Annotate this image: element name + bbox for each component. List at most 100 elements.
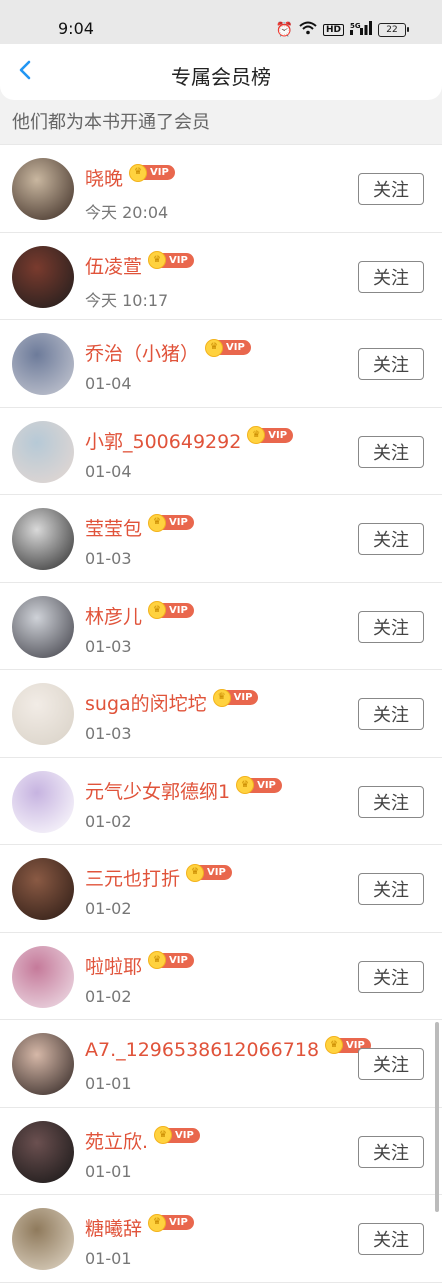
member-date: 01-03 [85,549,132,568]
vip-label: VIP [169,1217,188,1228]
member-date: 今天 20:04 [85,203,169,222]
member-name[interactable]: A7._1296538612066718 [85,1039,319,1061]
member-row[interactable]: 乔治（小猪） ♛ VIP 01-04 关注 [0,320,442,408]
member-name-line: 伍凌萱 ♛ VIP [85,251,194,279]
member-name-line: 晓晚 ♛ VIP [85,163,175,191]
member-name[interactable]: 苑立欣. [85,1127,148,1154]
member-date: 01-04 [85,374,132,393]
member-date: 01-02 [85,986,132,1006]
crown-icon: ♛ [148,513,167,532]
member-name-line: 啦啦耶 ♛ VIP [85,951,194,979]
crown-icon: ♛ [148,1213,167,1232]
crown-icon: ♛ [325,1036,344,1054]
avatar[interactable] [12,1208,74,1270]
page-title: 专属会员榜 [171,65,271,89]
follow-button[interactable]: 关注 [358,1048,424,1080]
vip-badge: ♛ VIP [148,1213,194,1232]
battery-icon: 22 [378,22,409,37]
member-date: 01-01 [85,1161,132,1181]
member-name[interactable]: 小郭_500649292 [85,427,241,454]
member-row[interactable]: 三元也打折 ♛ VIP 01-02 关注 [0,845,442,933]
vip-badge: ♛ VIP [148,601,194,619]
follow-button[interactable]: 关注 [358,785,424,818]
vip-label: VIP [150,167,169,178]
avatar[interactable] [12,770,74,833]
avatar[interactable] [12,858,74,920]
avatar[interactable] [12,508,74,570]
alarm-icon: ⏰ [275,21,293,38]
crown-icon: ♛ [205,338,224,357]
vip-badge: ♛ VIP [212,688,259,707]
follow-button[interactable]: 关注 [358,523,424,555]
avatar[interactable] [12,1033,74,1095]
follow-button[interactable]: 关注 [358,435,424,468]
vip-badge: ♛ VIP [186,863,232,882]
follow-button[interactable]: 关注 [358,1223,424,1255]
follow-button[interactable]: 关注 [358,960,424,993]
follow-button[interactable]: 关注 [358,873,424,905]
member-name-line: 乔治（小猪） ♛ VIP [85,338,251,366]
member-date: 01-03 [85,636,132,656]
member-name-line: 小郭_500649292 ♛ VIP [85,426,294,454]
crown-icon: ♛ [148,251,167,269]
member-date: 01-04 [85,461,132,481]
follow-button[interactable]: 关注 [358,173,424,205]
member-name[interactable]: 晓晚 [85,164,123,191]
member-row[interactable]: 啦啦耶 ♛ VIP 01-02 关注 [0,932,442,1020]
member-date: 01-03 [85,724,132,743]
crown-icon: ♛ [212,688,231,707]
member-date: 01-02 [85,811,132,831]
member-name[interactable]: 三元也打折 [85,864,180,891]
member-row[interactable]: 晓晚 ♛ VIP 今天 20:04 关注 [0,145,442,233]
member-row[interactable]: 林彦儿 ♛ VIP 01-03 关注 [0,582,442,670]
vip-label: VIP [175,1129,194,1141]
scrollbar[interactable] [435,1022,439,1212]
vip-label: VIP [169,604,188,616]
member-name[interactable]: suga的闵坨坨 [85,689,207,716]
follow-button[interactable]: 关注 [358,348,424,380]
follow-button[interactable]: 关注 [358,610,424,643]
member-name[interactable]: 元气少女郭德纲1 [85,777,230,804]
avatar[interactable] [12,158,74,220]
crown-icon: ♛ [148,951,167,969]
member-name[interactable]: 糖曦辞 [85,1214,142,1241]
crown-icon: ♛ [186,863,205,882]
member-name-line: 三元也打折 ♛ VIP [85,863,232,891]
member-name-line: suga的闵坨坨 ♛ VIP [85,688,259,716]
vip-label: VIP [207,867,226,878]
vip-label: VIP [169,954,188,966]
member-row[interactable]: 元气少女郭德纲1 ♛ VIP 01-02 关注 [0,757,442,845]
member-row[interactable]: 小郭_500649292 ♛ VIP 01-04 关注 [0,407,442,495]
member-row[interactable]: suga的闵坨坨 ♛ VIP 01-03 关注 [0,670,442,758]
member-date: 01-02 [85,899,132,918]
vip-badge: ♛ VIP [247,426,294,444]
follow-button[interactable]: 关注 [358,260,424,293]
member-name[interactable]: 林彦儿 [85,602,142,629]
member-name[interactable]: 乔治（小猪） [85,339,199,366]
member-row[interactable]: 糖曦辞 ♛ VIP 01-01 关注 [0,1195,442,1283]
avatar[interactable] [12,595,74,658]
avatar[interactable] [12,333,74,395]
wifi-icon [299,20,317,39]
follow-button[interactable]: 关注 [358,698,424,730]
member-name[interactable]: 伍凌萱 [85,252,142,279]
member-row[interactable]: 莹莹包 ♛ VIP 01-03 关注 [0,495,442,583]
member-date: 01-01 [85,1249,132,1268]
vip-label: VIP [169,517,188,528]
member-name-line: 苑立欣. ♛ VIP [85,1126,200,1154]
avatar[interactable] [12,1120,74,1183]
crown-icon: ♛ [236,776,255,794]
avatar[interactable] [12,245,74,308]
status-time: 9:04 [58,19,94,38]
member-name[interactable]: 啦啦耶 [85,952,142,979]
member-row[interactable]: 伍凌萱 ♛ VIP 今天 10:17 关注 [0,232,442,320]
follow-button[interactable]: 关注 [358,1135,424,1168]
avatar[interactable] [12,420,74,483]
member-row[interactable]: A7._1296538612066718 ♛ VIP 01-01 关注 [0,1020,442,1108]
member-row[interactable]: 苑立欣. ♛ VIP 01-01 关注 [0,1107,442,1195]
avatar[interactable] [12,945,74,1008]
status-icons: ⏰ HD 5G 22 [275,20,409,39]
avatar[interactable] [12,683,74,745]
member-name[interactable]: 莹莹包 [85,514,142,541]
crown-icon: ♛ [148,601,167,619]
